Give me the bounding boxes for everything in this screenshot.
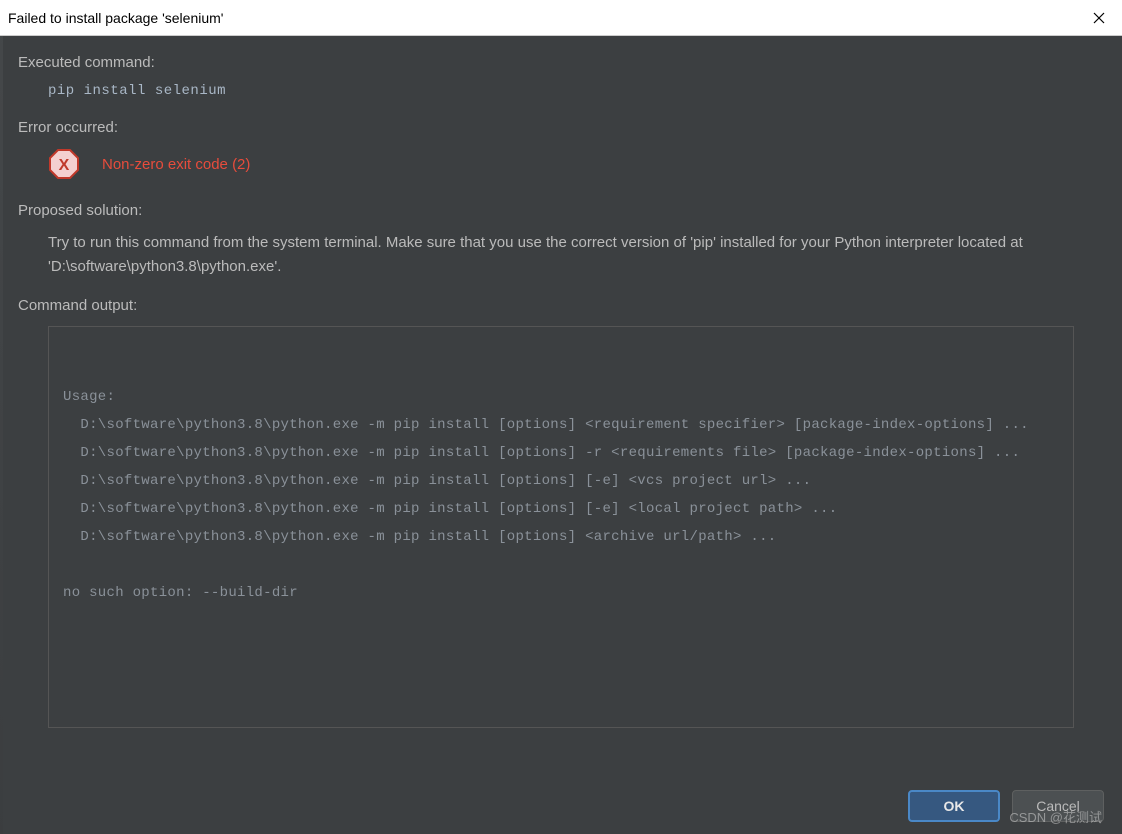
- output-line: D:\software\python3.8\python.exe -m pip …: [63, 411, 1059, 439]
- window-title: Failed to install package 'selenium': [8, 10, 223, 26]
- executed-command-label: Executed command:: [18, 54, 1104, 71]
- cancel-button[interactable]: Cancel: [1012, 790, 1104, 822]
- error-icon: X: [48, 148, 80, 180]
- output-line: D:\software\python3.8\python.exe -m pip …: [63, 523, 1059, 551]
- dialog-buttons: OK Cancel: [908, 790, 1104, 822]
- executed-command-value: pip install selenium: [18, 83, 1104, 99]
- command-output-box[interactable]: Usage: D:\software\python3.8\python.exe …: [48, 326, 1074, 728]
- error-occurred-label: Error occurred:: [18, 119, 1104, 136]
- close-icon: [1093, 12, 1105, 24]
- left-edge-decoration: [0, 36, 3, 834]
- proposed-solution-label: Proposed solution:: [18, 202, 1104, 219]
- output-line: no such option: --build-dir: [63, 579, 1059, 607]
- error-row: X Non-zero exit code (2): [18, 148, 1104, 180]
- error-message: Non-zero exit code (2): [102, 156, 250, 173]
- command-output-label: Command output:: [18, 297, 1104, 314]
- output-line: Usage:: [63, 383, 1059, 411]
- output-line: D:\software\python3.8\python.exe -m pip …: [63, 495, 1059, 523]
- proposed-solution-text: Try to run this command from the system …: [18, 231, 1104, 279]
- close-button[interactable]: [1076, 0, 1122, 36]
- titlebar: Failed to install package 'selenium': [0, 0, 1122, 36]
- output-line: [63, 551, 1059, 579]
- svg-text:X: X: [59, 157, 70, 174]
- dialog-content: Executed command: pip install selenium E…: [0, 36, 1122, 728]
- output-line: D:\software\python3.8\python.exe -m pip …: [63, 467, 1059, 495]
- ok-button[interactable]: OK: [908, 790, 1000, 822]
- output-line: D:\software\python3.8\python.exe -m pip …: [63, 439, 1059, 467]
